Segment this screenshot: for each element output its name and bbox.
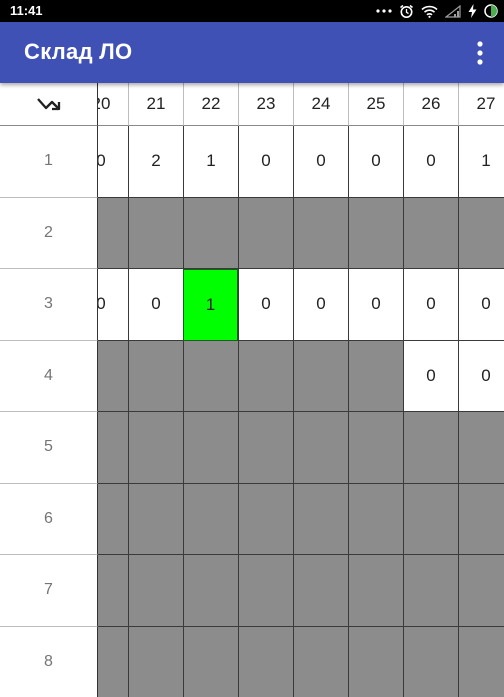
grid-cell-unavailable [183, 555, 238, 627]
grid-cell[interactable]: 0 [458, 269, 504, 341]
grid-cell-unavailable [183, 340, 238, 412]
grid-cell-unavailable [403, 626, 458, 697]
column-header: 23 [238, 83, 293, 126]
grid-cell-unavailable [348, 483, 403, 555]
grid-cell-unavailable [183, 412, 238, 484]
grid-cell-unavailable [458, 197, 504, 269]
overflow-menu-button[interactable] [472, 40, 488, 66]
corner-toggle-button[interactable] [0, 83, 98, 126]
grid-cell-unavailable [293, 626, 348, 697]
column-header: 21 [128, 83, 183, 126]
status-bar: 11:41 [0, 0, 504, 22]
grid-cell-unavailable [293, 340, 348, 412]
grid-cell-unavailable [128, 197, 183, 269]
grid-cell-unavailable [348, 555, 403, 627]
grid-cell[interactable]: 0 [403, 269, 458, 341]
grid-cell-selected[interactable]: 1 [183, 269, 238, 341]
row-header: 7 [0, 555, 98, 627]
grid-cell-unavailable [238, 412, 293, 484]
grid-cell-unavailable [183, 483, 238, 555]
grid-cell-unavailable [238, 483, 293, 555]
grid-cell-unavailable [293, 555, 348, 627]
row-header: 2 [0, 197, 98, 269]
grid-cell[interactable]: 0 [403, 126, 458, 198]
grid-cell-unavailable [293, 483, 348, 555]
grid-cell-unavailable [238, 197, 293, 269]
grid-cell-unavailable [128, 340, 183, 412]
row-header: 6 [0, 483, 98, 555]
row-header: 1 [0, 126, 98, 198]
grid-cell-unavailable [348, 412, 403, 484]
grid-cell-unavailable [183, 626, 238, 697]
grid-cell-unavailable [348, 626, 403, 697]
battery-icon [484, 4, 498, 18]
wifi-icon [421, 5, 438, 18]
grid-cell-unavailable [238, 340, 293, 412]
row-header: 5 [0, 412, 98, 484]
grid-cell-unavailable [403, 197, 458, 269]
grid-cell-unavailable [348, 340, 403, 412]
signal-icon [445, 4, 461, 18]
grid-cell-unavailable [128, 555, 183, 627]
grid-cell-unavailable [293, 412, 348, 484]
grid-cell-unavailable [458, 555, 504, 627]
grid-cell[interactable]: 0 [458, 340, 504, 412]
stock-grid: 20 21 22 23 24 25 26 27 1 0 2 1 0 0 0 0 1 2 3 0 0 1 0 0 0 0 0 4 0 0 5 6… [0, 83, 504, 697]
grid-cell-unavailable [403, 483, 458, 555]
app-bar: Склад ЛО [0, 22, 504, 83]
grid-cell-unavailable [293, 197, 348, 269]
grid-cell-unavailable [458, 483, 504, 555]
app-title: Склад ЛО [24, 39, 133, 64]
grid-cell-unavailable [458, 412, 504, 484]
grid-cell[interactable]: 0 [293, 126, 348, 198]
grid-cell-unavailable [238, 555, 293, 627]
grid-cell[interactable]: 1 [183, 126, 238, 198]
column-header: 27 [458, 83, 504, 126]
grid-cell-unavailable [128, 626, 183, 697]
column-header: 24 [293, 83, 348, 126]
grid-cell-unavailable [458, 626, 504, 697]
grid-cell-unavailable [403, 555, 458, 627]
grid-cell[interactable]: 0 [238, 269, 293, 341]
grid-cell-unavailable [183, 197, 238, 269]
row-header: 4 [0, 340, 98, 412]
dots-icon [376, 8, 392, 14]
grid-cell[interactable]: 1 [458, 126, 504, 198]
charging-icon [468, 4, 477, 18]
grid-cell-unavailable [238, 626, 293, 697]
more-vert-icon [477, 41, 483, 65]
grid-cell-unavailable [403, 412, 458, 484]
trend-arrow-icon [36, 98, 60, 111]
column-header: 26 [403, 83, 458, 126]
alarm-icon [399, 4, 414, 19]
grid-cell-unavailable [128, 483, 183, 555]
grid-cell[interactable]: 0 [128, 269, 183, 341]
grid-cell[interactable]: 2 [128, 126, 183, 198]
status-icons [376, 3, 498, 19]
grid-cell[interactable]: 0 [348, 126, 403, 198]
grid-cell-unavailable [128, 412, 183, 484]
column-header: 22 [183, 83, 238, 126]
grid-cell-unavailable [348, 197, 403, 269]
column-header: 25 [348, 83, 403, 126]
grid-cell[interactable]: 0 [293, 269, 348, 341]
row-header: 8 [0, 626, 98, 697]
row-header: 3 [0, 269, 98, 341]
grid-cell[interactable]: 0 [348, 269, 403, 341]
status-time: 11:41 [10, 3, 43, 18]
grid-cell[interactable]: 0 [403, 340, 458, 412]
grid-cell[interactable]: 0 [238, 126, 293, 198]
app-screen: 11:41 Склад ЛО 20 21 22 23 24 25 26 27 1… [0, 0, 504, 697]
